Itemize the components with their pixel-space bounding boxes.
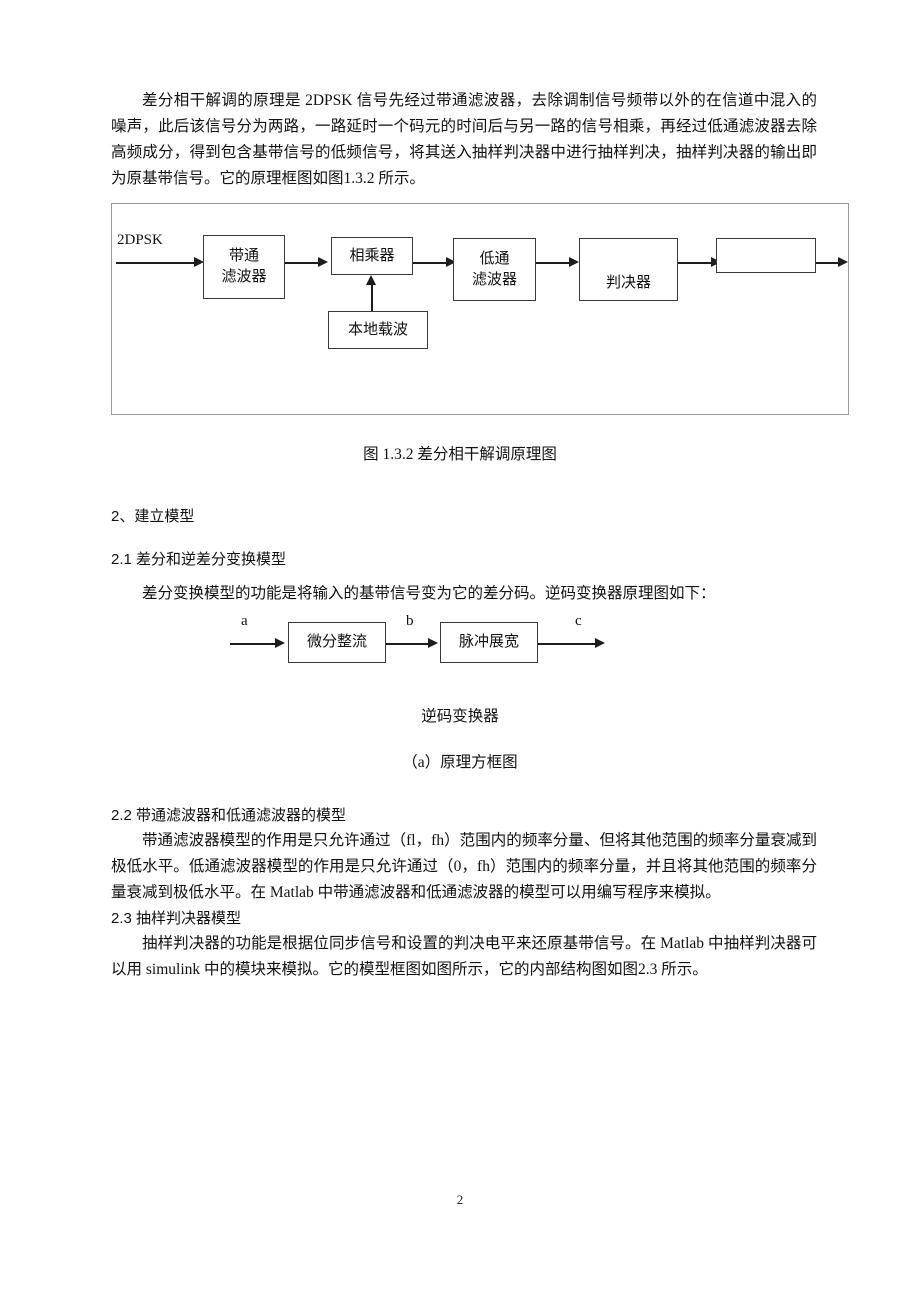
figure1-block-bandpass-line1: 带通: [228, 248, 259, 264]
figure1-arrow-1-head: [318, 257, 328, 267]
figure1-arrow-3-head: [569, 257, 579, 267]
page-number: 2: [456, 1192, 464, 1207]
figure2-input-arrowhead: [275, 638, 285, 648]
figure1-carrier-arrowhead: [366, 275, 376, 285]
section-2-2-body: 带通滤波器模型的作用是只允许通过（fl，fh）范围内的频率分量、但将其他范围的频…: [111, 832, 817, 901]
section-2-1-body: 差分变换模型的功能是将输入的基带信号变为它的差分码。逆码变换器原理图如下：: [142, 585, 716, 602]
figure1-block-decision: 判决器: [579, 238, 678, 301]
heading-section-2-2: 2.2 带通滤波器和低通滤波器的模型: [111, 807, 347, 824]
figure2-output-line: [538, 643, 598, 645]
figure1-block-output: [716, 238, 816, 273]
intro-paragraph: 差分相干解调的原理是 2DPSK 信号先经过带通滤波器，去除调制信号频带以外的在…: [111, 92, 817, 187]
figure1-carrier-line: [371, 285, 373, 313]
figure1-block-lowpass-line1: 低通: [479, 250, 510, 267]
figure2-block-differentiate-rectify: 微分整流: [288, 622, 386, 663]
figure2-output-arrowhead: [595, 638, 605, 648]
figure1-block-multiplier-line1: 相乘器: [349, 247, 395, 264]
figure1-block-local-carrier-label: 本地载波: [347, 321, 408, 338]
figure2-block-differentiate-rectify-label: 微分整流: [306, 634, 367, 650]
figure1-block-lowpass-line2: 滤波器: [471, 271, 517, 288]
heading-section-2: 2、建立模型: [111, 508, 195, 525]
figure1-block-multiplier: 相乘器: [331, 237, 413, 275]
figure2-middle-arrowhead: [428, 638, 438, 648]
figure1-block-bandpass-line2: 滤波器: [221, 269, 267, 285]
heading-section-2-3: 2.3 抽样判决器模型: [111, 910, 242, 927]
figure2-middle-line: [386, 643, 430, 645]
figure2-input-line: [230, 643, 278, 645]
figure-1-caption: 图 1.3.2 差分相干解调原理图: [363, 446, 557, 463]
figure2-block-pulse-widen-label: 脉冲展宽: [458, 634, 519, 650]
section-2-3-body: 抽样判决器的功能是根据位同步信号和设置的判决电平来还原基带信号。在 Matlab…: [111, 935, 817, 978]
figure2-block-pulse-widen: 脉冲展宽: [440, 622, 538, 663]
figure1-input-label: 2DPSK: [117, 232, 163, 248]
figure1-input-line: [116, 262, 200, 264]
figure-2-title: 逆码变换器: [421, 708, 499, 725]
document-page: 差分相干解调的原理是 2DPSK 信号先经过带通滤波器，去除调制信号频带以外的在…: [0, 0, 920, 1302]
heading-section-2-1: 2.1 差分和逆差分变换模型: [111, 551, 287, 568]
figure2-signal-label-a: a: [241, 613, 248, 629]
figure1-block-bandpass-filter: 带通 滤波器: [203, 235, 285, 299]
figure1-block-lowpass-filter: 低通 滤波器: [453, 238, 536, 301]
figure1-block-decision-line1: 判决器: [605, 275, 651, 291]
figure-2: a 微分整流 b 脉冲展宽 c: [0, 613, 920, 675]
figure2-signal-label-b: b: [406, 613, 414, 629]
figure-1-frame: 2DPSK 带通 滤波器 相乘器 低通 滤波器 判决器 本地载波: [111, 203, 849, 415]
figure1-arrow-3: [536, 262, 572, 264]
figure1-output-arrowhead: [838, 257, 848, 267]
figure1-block-local-carrier: 本地载波: [328, 311, 428, 349]
figure1-arrow-4: [678, 262, 714, 264]
figure1-arrow-1: [285, 262, 321, 264]
figure1-arrow-2: [413, 262, 449, 264]
figure2-signal-label-c: c: [575, 613, 582, 629]
figure-2-subcaption: （a）原理方框图: [402, 754, 518, 771]
